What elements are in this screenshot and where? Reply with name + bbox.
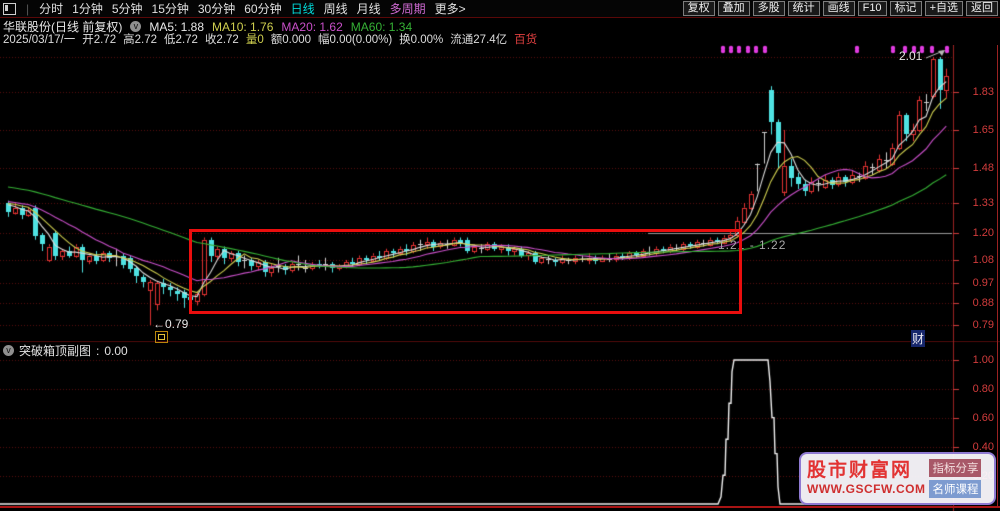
indicator-separator: : (96, 343, 100, 358)
period-item-10[interactable]: 多周期 (390, 0, 426, 17)
period-item-3[interactable]: 5分钟 (112, 0, 143, 17)
main-axis-label-1.83: 1.83 (972, 86, 994, 98)
watermark-text-block: 股市财富网 WWW.GSCFW.COM (807, 460, 925, 497)
peak-price-label: 2.01 (899, 49, 923, 63)
trading-app-window: { "toolbar": { "left_items": [ {"label":… (0, 0, 1000, 511)
sub-axis-label-0.60: 0.60 (972, 412, 994, 424)
tool-button-1[interactable]: 复权 (682, 1, 715, 16)
period-item-11[interactable]: 更多> (435, 0, 466, 17)
quote-stats-row: 2025/03/17/一 开2.72 高2.72 低2.72 收2.72 量0 额0.000… (3, 33, 537, 46)
period-item-1[interactable]: 分时 (39, 0, 63, 17)
watermark-site-url: WWW.GSCFW.COM (807, 482, 926, 496)
main-axis-label-1.33: 1.33 (972, 197, 994, 209)
sub-axis-label-1.00: 1.00 (972, 354, 994, 366)
low-price-label: ←0.79 (153, 317, 189, 331)
watermark-badge-teacher-course: 名师课程 (929, 480, 982, 498)
draw-tool-marker-icon[interactable] (155, 331, 168, 343)
tool-button-3[interactable]: 多股 (752, 1, 785, 16)
site-watermark: 股市财富网 WWW.GSCFW.COM 指标分享 名师课程 (799, 452, 996, 505)
toolbar-divider (0, 17, 1000, 18)
main-axis-label-1.65: 1.65 (972, 124, 994, 136)
indicator-title: 突破箱顶副图 (19, 344, 92, 358)
watermark-badge-indicator-share: 指标分享 (929, 459, 982, 477)
period-item-7[interactable]: 日线 (291, 0, 315, 17)
indicator-value: 0.00 (104, 343, 128, 358)
tool-button-5[interactable]: 画线 (822, 1, 855, 16)
period-item-9[interactable]: 月线 (357, 0, 381, 17)
tool-button-9[interactable]: 返回 (966, 1, 998, 16)
tool-button-2[interactable]: 叠加 (717, 1, 750, 16)
main-axis-label-1.2: 1.20 (972, 227, 994, 239)
tool-buttons: 复权 叠加 多股 统计 画线 F10 标记 +自选 返回 (682, 1, 1000, 16)
app-window-icon[interactable] (3, 2, 16, 15)
watermark-badges: 指标分享 名师课程 (929, 459, 982, 498)
chevron-down-icon[interactable]: v (3, 345, 14, 356)
toolbar-separator: | (26, 1, 30, 16)
period-item-2[interactable]: 1分钟 (72, 0, 103, 17)
tool-button-8[interactable]: +自选 (924, 1, 963, 16)
watermark-site-name: 股市财富网 (807, 460, 913, 481)
watermark-cai-badge: 财 (911, 330, 926, 347)
period-item-4[interactable]: 15分钟 (152, 0, 189, 17)
main-axis-label-0.97: 0.97 (972, 277, 994, 289)
tool-button-6[interactable]: F10 (857, 1, 887, 16)
period-item-6[interactable]: 60分钟 (244, 0, 281, 17)
period-menu: | 分时 1分钟 5分钟 15分钟 30分钟 60分钟 日线 周线 月线 多周期 更多> (0, 0, 683, 17)
period-item-5[interactable]: 30分钟 (198, 0, 235, 17)
breakout-box-annotation (189, 229, 742, 314)
main-axis-label-1.08: 1.08 (972, 254, 994, 266)
top-toolbar: | 分时 1分钟 5分钟 15分钟 30分钟 60分钟 日线 周线 月线 多周期 更多> 复权 叠加多… (0, 0, 1000, 17)
main-axis-label-0.88: 0.88 (972, 297, 994, 309)
sub-axis-label-0.80: 0.80 (972, 383, 994, 395)
sub-chart-header: v 突破箱顶副图 : 0.00 (3, 343, 128, 358)
period-item-8[interactable]: 周线 (324, 0, 348, 17)
tool-button-4[interactable]: 统计 (787, 1, 820, 16)
main-axis-label-1.48: 1.48 (972, 162, 994, 174)
tool-button-7[interactable]: 标记 (889, 1, 922, 16)
main-axis-label-0.79: 0.79 (972, 319, 994, 331)
bottom-border-line (0, 506, 1000, 508)
right-border-line (997, 45, 998, 507)
